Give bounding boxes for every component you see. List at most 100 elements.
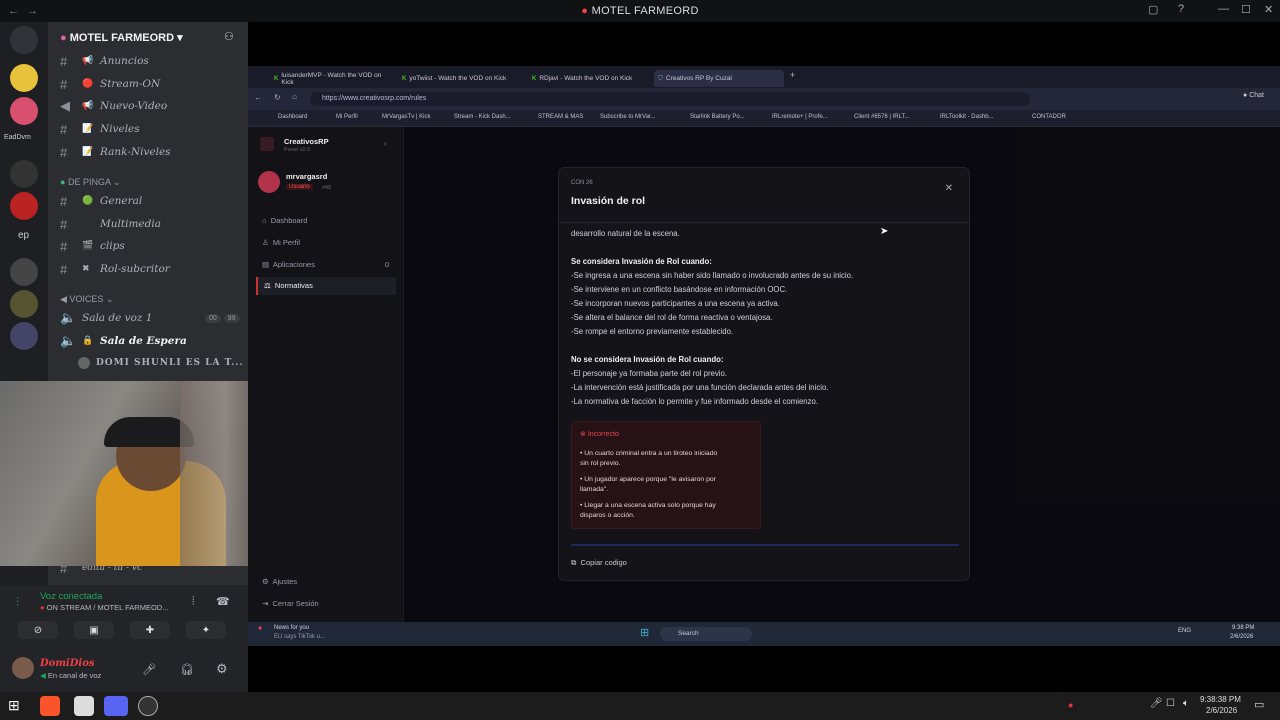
browser-tab-active[interactable]: ⛉ Creativos RP By Cuzal	[654, 70, 784, 87]
channel-item[interactable]: # 📝 Rank-Niveles	[60, 142, 171, 162]
copy-code-button[interactable]: ⧉ Copiar codigo	[571, 558, 627, 568]
home-icon[interactable]: ⌂	[292, 92, 297, 101]
files-icon[interactable]	[74, 696, 94, 716]
clock-date[interactable]: 2/6/2026	[1230, 634, 1253, 640]
role-badge: Usuario	[286, 184, 313, 190]
server-icon[interactable]	[10, 290, 38, 318]
voice-channel-sub[interactable]: ● ON STREAM / MOTEL FARMEOD...	[40, 603, 168, 612]
bookmark[interactable]: Mi Perfil	[336, 114, 358, 120]
bookmark[interactable]: IRLToolkit - Dashb...	[940, 114, 994, 120]
nav-normativas[interactable]: ⚖ Normativas	[256, 277, 396, 295]
effects-button[interactable]: ✦	[186, 621, 226, 639]
nav-dashboard[interactable]: ⌂ Dashboard	[262, 216, 307, 225]
logo-icon	[260, 137, 274, 151]
rule-text: -La intervención está justificada por un…	[571, 383, 829, 392]
new-tab-icon[interactable]: +	[790, 70, 795, 80]
browser-tab[interactable]: KluisanderMVP - Watch the VOD on Kick	[270, 70, 382, 87]
clock-time[interactable]: 9:38 PM	[1232, 625, 1254, 631]
soundboard-icon[interactable]: ⦙	[192, 595, 194, 608]
back-icon[interactable]: ←	[254, 93, 262, 102]
server-name[interactable]: ● MOTEL FARMEORD ▾	[60, 31, 183, 44]
microphone-icon[interactable]: 🎤︎	[142, 663, 156, 676]
tray-record-icon[interactable]: ●	[1068, 700, 1073, 710]
brave-browser-icon[interactable]	[40, 696, 60, 716]
headphones-icon[interactable]: 🎧︎	[180, 663, 194, 676]
close-icon[interactable]: ✕	[945, 183, 953, 194]
nav-aplicaciones[interactable]: ▤ Aplicaciones	[262, 260, 315, 269]
voice-channel-item[interactable]: 🔈 Sala de voz 1 00 99	[60, 308, 240, 328]
bookmark[interactable]: Client #6576 | IRLT...	[854, 114, 909, 120]
voice-channel-item[interactable]: 🔈 🔒 Sala de Espera	[60, 331, 187, 351]
browser-tab[interactable]: K RDjavi - Watch the VOD on Kick	[528, 70, 644, 87]
activities-button[interactable]: ✚	[130, 621, 170, 639]
divider	[559, 222, 969, 223]
bookmark[interactable]: Dashboard	[278, 114, 307, 120]
obs-icon[interactable]	[138, 696, 158, 716]
nav-mi-perfil[interactable]: ♙ Mi Perfil	[262, 238, 300, 247]
refresh-icon[interactable]: ↻	[274, 93, 281, 102]
channel-item[interactable]: # Multimedia	[60, 214, 161, 234]
browser-tab[interactable]: KyoTwiist - Watch the VOD on Kick	[398, 70, 526, 87]
language-indicator[interactable]: ENG	[1178, 628, 1191, 634]
taskbar-search[interactable]: Search	[660, 627, 752, 641]
settings-gear-icon[interactable]: ⚙	[216, 661, 228, 677]
avatar	[258, 171, 280, 193]
discord-home-icon[interactable]	[10, 26, 38, 54]
notifications-icon[interactable]: ▭	[1254, 698, 1264, 711]
tray-mic-icon[interactable]: 🎤︎	[1150, 698, 1163, 709]
bookmark[interactable]: STREAM & MAS	[538, 114, 583, 120]
rule-text: -Se ingresa a una escena sin haber sido …	[571, 271, 854, 280]
server-icon[interactable]	[10, 322, 38, 350]
bookmark[interactable]: Subscribe to MrVar...	[600, 114, 656, 120]
server-icon[interactable]	[10, 192, 38, 220]
server-icon[interactable]	[10, 97, 38, 125]
voice-user[interactable]: DOMI SHUNLI ES LA T...	[78, 353, 244, 373]
channel-item[interactable]: # 📝 Niveles	[60, 119, 140, 139]
title-bar: ← → ● MOTEL FARMEORD ▢ ? — ☐ ✕	[0, 0, 1280, 22]
bookmark[interactable]: Starlink Battery Po...	[690, 114, 745, 120]
url-field[interactable]: https://www.creativosrp.com/rules	[310, 92, 1030, 106]
close-icon[interactable]: ✕	[1264, 3, 1273, 16]
news-widget[interactable]: News for you	[274, 625, 309, 631]
inbox-icon[interactable]: ▢	[1148, 3, 1158, 16]
bookmark[interactable]: MrVargasTv | Kick	[382, 114, 430, 120]
bookmark[interactable]: IRLremote+ | Profe...	[772, 114, 828, 120]
add-friend-icon[interactable]: ⚇	[224, 30, 234, 43]
windows-start-icon[interactable]: ⊞	[8, 697, 20, 714]
channel-item[interactable]: # 🟢 General	[60, 191, 142, 211]
minimize-icon[interactable]: —	[1218, 3, 1229, 15]
rule-text: -Se rompe el entorno previamente estable…	[571, 327, 734, 336]
avatar[interactable]	[12, 657, 34, 679]
channel-item[interactable]: # 🎬 clips	[60, 236, 125, 256]
bookmark[interactable]: CONTADOR	[1032, 114, 1066, 120]
collapse-icon[interactable]: ‹	[384, 139, 387, 148]
server-icon[interactable]	[10, 258, 38, 286]
channel-item[interactable]: # 📢 Anuncios	[60, 51, 149, 71]
disconnect-icon[interactable]: ☎	[216, 595, 230, 608]
signal-icon[interactable]: ⫶	[16, 595, 19, 610]
nav-ajustes[interactable]: ⚙ Ajustes	[262, 577, 297, 586]
maximize-icon[interactable]: ☐	[1241, 3, 1251, 16]
category-header[interactable]: ● DE PINGA ⌄	[60, 177, 121, 188]
bookmark[interactable]: Stream - Kick Dash...	[454, 114, 511, 120]
category-header[interactable]: ◀ VOICES ⌄	[60, 294, 113, 305]
camera-off-button[interactable]: ⊘	[18, 621, 58, 639]
tray-network-icon[interactable]: ☐	[1166, 698, 1175, 709]
username[interactable]: DomiDios	[40, 658, 95, 669]
channel-item[interactable]: # ✖ Rol-subcritor	[60, 259, 170, 279]
server-label: EadDvm	[4, 134, 31, 141]
help-icon[interactable]: ?	[1178, 3, 1184, 15]
nav-cerrar-sesion[interactable]: ⇥ Cerrar Sesión	[262, 599, 319, 608]
server-icon[interactable]	[10, 64, 38, 92]
tray-clock-date[interactable]: 2/6/2026	[1206, 706, 1237, 715]
rule-text: -La normativa de facción lo permite y fu…	[571, 397, 819, 406]
tray-clock-time[interactable]: 9:38:38 PM	[1200, 695, 1241, 704]
tray-volume-icon[interactable]: 🔈︎	[1183, 698, 1189, 709]
screen-share-button[interactable]: ▣	[74, 621, 114, 639]
windows-start-icon[interactable]: ⊞	[640, 626, 649, 639]
copilot-chat-button[interactable]: ● Chat	[1243, 92, 1264, 99]
channel-item[interactable]: ◀ 📢 Nuevo-Video	[60, 96, 167, 116]
server-icon[interactable]	[10, 160, 38, 188]
discord-app-icon[interactable]	[104, 696, 128, 716]
channel-item[interactable]: # 🔴 Stream-ON	[60, 74, 160, 94]
